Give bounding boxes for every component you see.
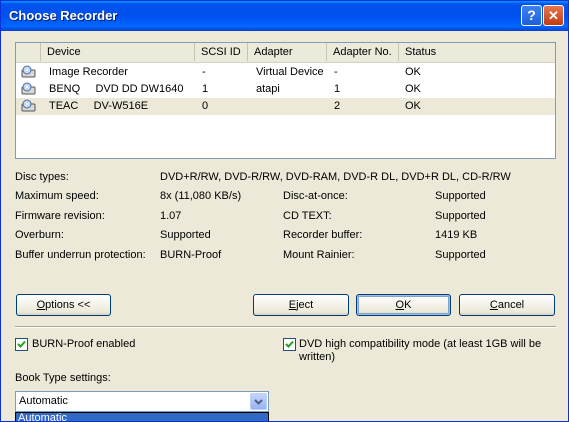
ok-button-accel: O [395,299,405,311]
dropdown-button[interactable] [250,393,267,410]
firmware-label: Firmware revision: [15,210,105,222]
adapter: Virtual Device [256,66,324,78]
help-icon: ? [527,7,536,23]
recorder-drive-icon [21,65,36,78]
cancel-button[interactable]: Cancel [459,294,555,316]
list-header: Device SCSI ID Adapter Adapter No. Statu… [16,43,555,63]
column-adapter-no-label: Adapter No. [333,46,392,58]
disc-types-value: DVD+R/RW, DVD-R/RW, DVD-RAM, DVD-R DL, D… [160,171,511,183]
recorder-buffer-value: 1419 KB [435,229,478,241]
icon-column-header[interactable] [16,43,41,61]
table-row[interactable]: BENQ DVD DD DW1640 1 atapi 1 OK [16,81,555,98]
recorder-drive-icon [21,82,36,95]
cancel-button-label: ancel [497,299,525,311]
device-name: TEAC DV-W516E [49,100,149,112]
adapter-no: - [334,66,338,78]
recorder-drive-icon [21,99,36,112]
close-icon: ✕ [548,8,559,23]
mount-rainier-value: Supported [435,249,486,261]
book-type-dropdown-list[interactable]: Automatic [15,412,269,421]
cancel-button-accel: C [489,299,498,311]
column-status[interactable]: Status [399,43,555,61]
ok-button[interactable]: OK [356,294,451,316]
status: OK [405,100,421,112]
cd-text-label: CD TEXT: [283,210,332,222]
disc-types-label: Disc types: [15,171,69,183]
book-type-label: Book Type settings: [15,372,111,384]
adapter: atapi [256,83,280,95]
dao-label: Disc-at-once: [283,190,348,202]
column-scsi-id-label: SCSI ID [201,46,241,58]
help-button[interactable]: ? [521,5,542,26]
options-button-label: ptions << [45,299,91,311]
title-bar[interactable]: Choose Recorder ? ✕ [1,1,568,31]
dropdown-option-automatic[interactable]: Automatic [18,412,67,421]
column-device[interactable]: Device [41,43,195,61]
column-adapter[interactable]: Adapter [248,43,327,61]
max-speed-label: Maximum speed: [15,190,99,202]
buffer-underrun-value: BURN-Proof [160,249,222,261]
eject-button-accel: E [288,299,297,311]
firmware-value: 1.07 [160,210,182,222]
table-row[interactable]: TEAC DV-W516E 0 2 OK [16,98,555,115]
table-row[interactable]: Image Recorder - Virtual Device - OK [16,64,555,81]
scsi-id: - [202,66,206,78]
close-button[interactable]: ✕ [543,5,564,26]
book-type-select[interactable]: Automatic [15,391,269,412]
column-scsi-id[interactable]: SCSI ID [195,43,248,61]
dvd-compat-checkbox[interactable] [283,338,296,351]
burnproof-label[interactable]: BURN-Proof enabled [32,338,135,350]
adapter-no: 1 [334,83,341,95]
checkmark-icon [17,340,26,348]
window-title: Choose Recorder [9,8,118,23]
column-adapter-label: Adapter [254,46,293,58]
choose-recorder-dialog: Choose Recorder ? ✕ Device SCSI ID Adapt… [0,0,569,422]
options-button-accel: O [36,299,46,311]
status: OK [405,66,421,78]
column-adapter-no[interactable]: Adapter No. [327,43,399,61]
overburn-value: Supported [160,229,211,241]
checkmark-icon [285,340,294,348]
recorder-buffer-label: Recorder buffer: [283,229,363,241]
eject-button[interactable]: Eject [253,294,349,316]
scsi-id: 1 [202,83,209,95]
max-speed-value: 8x (11,080 KB/s) [160,190,242,202]
column-device-label: Device [47,46,81,58]
overburn-label: Overburn: [15,229,64,241]
mount-rainier-label: Mount Rainier: [283,249,355,261]
chevron-down-icon [254,399,263,405]
column-status-label: Status [405,46,437,58]
eject-button-label: ject [296,299,314,311]
device-name: BENQ DVD DD DW1640 [49,83,184,95]
adapter-no: 2 [334,100,341,112]
dvd-compat-label-line1[interactable]: DVD high compatibility mode (at least 1G… [299,338,541,350]
dao-value: Supported [435,190,486,202]
ok-button-label: K [404,299,412,311]
dvd-compat-label-line2[interactable]: written) [299,351,335,363]
book-type-value: Automatic [19,395,68,407]
device-name: Image Recorder [49,66,128,78]
scsi-id: 0 [202,100,209,112]
separator [15,326,556,328]
recorder-list[interactable]: Device SCSI ID Adapter Adapter No. Statu… [15,42,556,159]
options-button[interactable]: Options << [16,294,111,316]
burnproof-checkbox[interactable] [15,338,28,351]
status: OK [405,83,421,95]
cd-text-value: Supported [435,210,486,222]
buffer-underrun-label: Buffer underrun protection: [15,249,146,261]
